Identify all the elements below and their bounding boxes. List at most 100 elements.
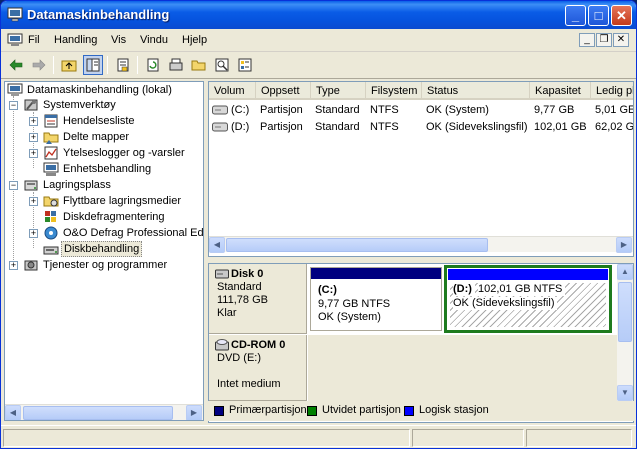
tree-label: Systemverktøy bbox=[43, 99, 116, 111]
close-icon: ✕ bbox=[616, 8, 627, 23]
disk-0-size: 111,78 GB bbox=[217, 294, 268, 306]
title-bar[interactable]: Datamaskinbehandling _ □ ✕ bbox=[1, 1, 636, 29]
mmc-document-icon[interactable] bbox=[7, 33, 23, 47]
mdi-restore-button[interactable]: ❐ bbox=[596, 33, 612, 47]
console-tree[interactable]: Datamaskinbehandling (lokal) − Systemver… bbox=[4, 81, 204, 421]
help-button[interactable] bbox=[235, 55, 255, 75]
collapse-toggle[interactable]: − bbox=[9, 181, 18, 190]
tree-horizontal-scrollbar[interactable]: ◀ ▶ bbox=[5, 404, 203, 420]
column-header-status[interactable]: Status bbox=[422, 82, 530, 100]
tree-item-diskdefragmentering[interactable]: Diskdefragmentering bbox=[41, 209, 201, 225]
menu-handling[interactable]: Handling bbox=[54, 34, 97, 46]
mdi-minimize-button[interactable]: _ bbox=[579, 33, 595, 47]
partition-d[interactable]: (D:) 102,01 GB NTFS OK (Sidevekslingsfil… bbox=[444, 265, 612, 333]
tree-label: Hendelsesliste bbox=[63, 115, 135, 127]
hard-drive-icon bbox=[215, 269, 229, 279]
up-one-level-button[interactable] bbox=[59, 55, 79, 75]
scroll-right-button[interactable]: ▶ bbox=[616, 237, 632, 253]
tree-item-enhetsbehandling[interactable]: Enhetsbehandling bbox=[41, 161, 201, 177]
scroll-down-button[interactable]: ▼ bbox=[617, 385, 633, 401]
scroll-left-button[interactable]: ◀ bbox=[209, 237, 225, 253]
disk-vertical-scrollbar[interactable]: ▲ ▼ bbox=[617, 264, 633, 401]
scroll-left-button[interactable]: ◀ bbox=[5, 405, 21, 420]
back-arrow-icon bbox=[9, 59, 23, 71]
expand-toggle[interactable]: + bbox=[29, 133, 38, 142]
partition-c[interactable]: (C:) 9,77 GB NTFS OK (System) bbox=[310, 267, 442, 331]
open-button[interactable] bbox=[189, 55, 209, 75]
tree-label: Diskbehandling bbox=[61, 241, 143, 257]
cdrom-0-info[interactable]: CD-ROM 0 DVD (E:) Intet medium bbox=[209, 335, 307, 401]
maximize-button[interactable]: □ bbox=[588, 5, 609, 26]
legend-swatch-logical bbox=[404, 406, 414, 416]
status-bar bbox=[1, 425, 636, 448]
tree-item-tjenester[interactable]: Tjenester og programmer bbox=[21, 257, 201, 273]
tree-item-diskbehandling[interactable]: Diskbehandling bbox=[41, 241, 201, 257]
cell-ledig-plass: 5,01 GE bbox=[595, 104, 634, 116]
computer-icon bbox=[7, 83, 23, 96]
tree-item-systemverktoy[interactable]: Systemverktøy bbox=[21, 97, 201, 113]
minimize-button[interactable]: _ bbox=[565, 5, 586, 26]
column-header-filsystem[interactable]: Filsystem bbox=[366, 82, 422, 100]
find-button[interactable] bbox=[212, 55, 232, 75]
expand-toggle[interactable]: + bbox=[29, 117, 38, 126]
tree-item-oo-defrag[interactable]: O&O Defrag Professional Edi bbox=[41, 225, 204, 241]
scroll-thumb[interactable] bbox=[23, 406, 173, 420]
expand-toggle[interactable]: + bbox=[29, 197, 38, 206]
scroll-right-button[interactable]: ▶ bbox=[186, 405, 202, 420]
list-horizontal-scrollbar[interactable]: ◀ ▶ bbox=[209, 236, 633, 253]
logical-drive-bar bbox=[448, 269, 608, 280]
scroll-up-button[interactable]: ▲ bbox=[617, 264, 633, 280]
forward-button[interactable] bbox=[29, 55, 49, 75]
scroll-thumb[interactable] bbox=[618, 282, 632, 342]
cdrom-0-state: Intet medium bbox=[217, 378, 281, 390]
partition-c-body: (C:) 9,77 GB NTFS OK (System) bbox=[315, 284, 437, 326]
tree-label: Enhetsbehandling bbox=[63, 163, 152, 175]
properties-button[interactable] bbox=[113, 55, 133, 75]
refresh-button[interactable] bbox=[143, 55, 163, 75]
rescan-disks-button[interactable] bbox=[166, 55, 186, 75]
hard-drive-icon bbox=[212, 105, 228, 115]
collapse-toggle[interactable]: − bbox=[9, 101, 18, 110]
cdrom-0-area[interactable] bbox=[308, 335, 617, 401]
legend-label-extended: Utvidet partisjon bbox=[322, 404, 401, 416]
tree-label: Diskdefragmentering bbox=[63, 211, 165, 223]
device-manager-icon bbox=[43, 162, 59, 176]
cell-volum: (D:) bbox=[231, 121, 250, 133]
close-button[interactable]: ✕ bbox=[611, 5, 632, 26]
column-header-type[interactable]: Type bbox=[311, 82, 366, 100]
show-hide-tree-button[interactable] bbox=[83, 55, 103, 75]
partition-d-body: (D:) 102,01 GB NTFS OK (Sidevekslingsfil… bbox=[450, 283, 606, 327]
mdi-close-button[interactable]: ✕ bbox=[613, 33, 629, 47]
cell-type: Standard bbox=[315, 104, 360, 116]
cell-type: Standard bbox=[315, 121, 360, 133]
tree-item-flyttbare[interactable]: Flyttbare lagringsmedier bbox=[41, 193, 201, 209]
column-header-volum[interactable]: Volum bbox=[209, 82, 256, 100]
menu-hjelp[interactable]: Hjelp bbox=[182, 34, 207, 46]
expand-toggle[interactable]: + bbox=[29, 149, 38, 158]
tree-item-root[interactable]: Datamaskinbehandling (lokal) bbox=[5, 82, 203, 98]
window-title: Datamaskinbehandling bbox=[27, 7, 170, 22]
back-button[interactable] bbox=[6, 55, 26, 75]
volume-list[interactable]: Volum Oppsett Type Filsystem Status Kapa… bbox=[208, 81, 634, 257]
tree-item-ytelseslogger[interactable]: Ytelseslogger og -varsler bbox=[41, 145, 201, 161]
expand-toggle[interactable]: + bbox=[9, 261, 18, 270]
tree-label: Tjenester og programmer bbox=[43, 259, 168, 271]
menu-vindu[interactable]: Vindu bbox=[140, 34, 168, 46]
disk-graphical-view[interactable]: Disk 0 Standard 111,78 GB Klar (C:) 9,77… bbox=[208, 263, 634, 423]
status-segment-main bbox=[3, 429, 410, 447]
column-header-kapasitet[interactable]: Kapasitet bbox=[530, 82, 591, 100]
menu-vis[interactable]: Vis bbox=[111, 34, 126, 46]
column-header-oppsett[interactable]: Oppsett bbox=[256, 82, 311, 100]
expand-toggle[interactable]: + bbox=[29, 229, 38, 238]
menu-fil[interactable]: Fil bbox=[28, 34, 40, 46]
tree-item-delte-mapper[interactable]: Delte mapper bbox=[41, 129, 201, 145]
scroll-thumb[interactable] bbox=[226, 238, 488, 252]
legend-label-primary: Primærpartisjon bbox=[229, 404, 307, 416]
column-header-ledig-plass[interactable]: Ledig pl bbox=[591, 82, 633, 100]
tree-item-hendelsesliste[interactable]: Hendelsesliste bbox=[41, 113, 201, 129]
menu-bar: Fil Handling Vis Vindu Hjelp _ ❐ ✕ bbox=[1, 29, 636, 52]
disk-0-info[interactable]: Disk 0 Standard 111,78 GB Klar bbox=[209, 264, 307, 334]
tree-item-lagringsplass[interactable]: Lagringsplass bbox=[21, 177, 201, 193]
tree-label: O&O Defrag Professional Edi bbox=[63, 227, 204, 239]
legend-label-logical: Logisk stasjon bbox=[419, 404, 489, 416]
